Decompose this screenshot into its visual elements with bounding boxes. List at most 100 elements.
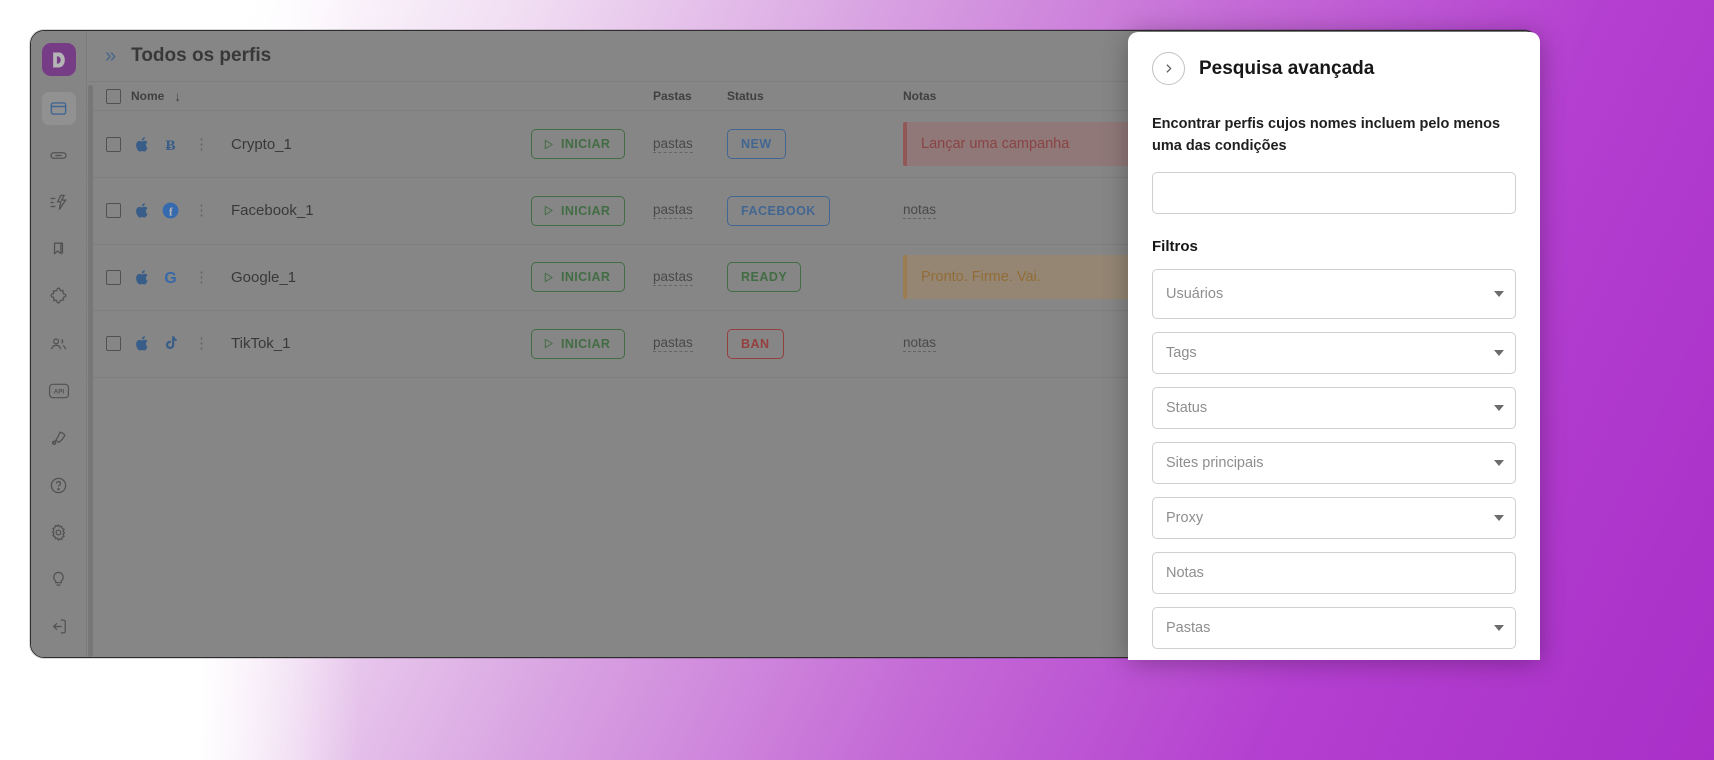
platform-icons: f xyxy=(133,201,180,220)
start-profile-button[interactable]: INICIAR xyxy=(531,129,626,159)
left-sidebar: API xyxy=(31,31,87,657)
logout-icon xyxy=(52,619,66,634)
rocket-icon xyxy=(51,431,66,445)
sidebar-item-settings[interactable] xyxy=(42,516,76,549)
column-header-notas-label: Notas xyxy=(903,89,937,103)
lightbulb-icon xyxy=(53,571,64,586)
row-checkbox[interactable] xyxy=(105,203,121,219)
row-select-cell xyxy=(95,269,131,285)
select-all-checkbox[interactable] xyxy=(105,88,121,104)
row-more-menu-icon[interactable]: ⋮ xyxy=(194,336,209,351)
filter-status[interactable] xyxy=(1152,386,1516,429)
filter-notas-field xyxy=(1152,551,1516,594)
column-header-name[interactable]: Nome ↓ xyxy=(131,89,531,104)
start-profile-label: INICIAR xyxy=(561,336,611,351)
start-profile-label: INICIAR xyxy=(561,270,611,285)
sidebar-item-automation[interactable] xyxy=(42,186,76,219)
row-select-cell xyxy=(95,136,131,152)
row-checkbox[interactable] xyxy=(105,269,121,285)
status-badge[interactable]: FACEBOOK xyxy=(727,195,830,226)
panel-header: Pesquisa avançada xyxy=(1152,32,1516,99)
team-users-icon xyxy=(51,337,67,349)
status-badge[interactable]: NEW xyxy=(727,129,786,159)
vertical-scrollbar[interactable] xyxy=(88,85,93,657)
help-question-icon xyxy=(50,477,67,493)
sidebar-item-team[interactable] xyxy=(42,327,76,360)
filter-sites-principais[interactable] xyxy=(1152,441,1516,484)
google-icon: G xyxy=(164,270,176,287)
sidebar-item-ideas[interactable] xyxy=(42,563,76,596)
start-cell: INICIAR xyxy=(531,195,653,226)
status-badge[interactable]: READY xyxy=(727,262,802,293)
chevron-right-icon xyxy=(1166,64,1172,73)
profile-name-label: Crypto_1 xyxy=(231,135,292,153)
start-profile-button[interactable]: INICIAR xyxy=(531,328,626,359)
play-icon xyxy=(544,206,553,216)
profile-name-cell: G ⋮ Google_1 xyxy=(131,268,531,287)
filter-notas[interactable] xyxy=(1152,551,1516,594)
advanced-search-panel: Pesquisa avançada Encontrar perfis cujos… xyxy=(1128,32,1540,660)
row-more-menu-icon[interactable]: ⋮ xyxy=(194,270,209,285)
folders-link[interactable]: pastas xyxy=(653,136,693,153)
column-header-pastas[interactable]: Pastas xyxy=(653,89,727,103)
svg-text:f: f xyxy=(169,207,173,219)
folders-link[interactable]: pastas xyxy=(653,269,693,286)
sidebar-item-extensions[interactable] xyxy=(42,280,76,313)
row-checkbox[interactable] xyxy=(105,336,121,352)
profile-name-cell: Ƀ ⋮ Crypto_1 xyxy=(131,135,531,154)
column-header-status[interactable]: Status xyxy=(727,89,903,103)
dolphin-anty-logo-icon xyxy=(52,52,65,68)
sidebar-item-proxies[interactable] xyxy=(42,139,76,172)
tiktok-icon xyxy=(165,336,177,350)
start-profile-button[interactable]: INICIAR xyxy=(531,262,626,293)
play-icon xyxy=(544,139,553,149)
filter-sites-principais-field xyxy=(1152,441,1516,484)
sidebar-item-help[interactable] xyxy=(42,469,76,502)
automation-icon xyxy=(50,195,67,211)
row-more-menu-icon[interactable]: ⋮ xyxy=(194,203,209,218)
sidebar-item-rocket[interactable] xyxy=(42,422,76,455)
panel-collapse-button[interactable] xyxy=(1152,52,1185,85)
notes-link[interactable]: notas xyxy=(903,202,937,220)
filter-tags[interactable] xyxy=(1152,331,1516,374)
profile-name-label: TikTok_1 xyxy=(231,335,291,353)
filter-pastas[interactable] xyxy=(1152,606,1516,649)
app-logo[interactable] xyxy=(41,43,76,77)
apple-icon xyxy=(136,136,148,152)
start-profile-label: INICIAR xyxy=(561,137,611,151)
filter-proxy[interactable] xyxy=(1152,496,1516,539)
notes-link[interactable]: notas xyxy=(903,335,937,353)
filter-usuarios[interactable] xyxy=(1152,268,1516,319)
double-chevron-right-icon[interactable]: » xyxy=(97,46,121,66)
start-profile-label: INICIAR xyxy=(561,203,611,218)
link-icon xyxy=(50,152,67,160)
api-icon: API xyxy=(48,383,69,399)
row-select-cell xyxy=(95,203,131,219)
filter-proxy-field xyxy=(1152,496,1516,539)
status-badge[interactable]: BAN xyxy=(727,328,784,359)
filters-list xyxy=(1152,268,1516,649)
folders-link[interactable]: pastas xyxy=(653,335,693,353)
row-more-menu-icon[interactable]: ⋮ xyxy=(194,137,209,152)
sidebar-item-logout[interactable] xyxy=(42,610,76,643)
apple-icon xyxy=(136,336,148,351)
panel-description: Encontrar perfis cujos nomes incluem pel… xyxy=(1152,116,1501,155)
row-checkbox[interactable] xyxy=(105,136,121,152)
platform-icons: G xyxy=(133,268,180,287)
column-header-pastas-label: Pastas xyxy=(653,89,692,103)
sidebar-item-profiles[interactable] xyxy=(41,92,76,126)
folders-link[interactable]: pastas xyxy=(653,202,693,220)
sidebar-item-bookmarks[interactable] xyxy=(42,233,76,266)
start-profile-button[interactable]: INICIAR xyxy=(531,195,626,226)
svg-text:G: G xyxy=(164,270,176,287)
filter-status-field xyxy=(1152,386,1516,429)
folders-cell: pastas xyxy=(653,202,727,220)
sidebar-item-api[interactable]: API xyxy=(42,375,76,408)
folders-cell: pastas xyxy=(653,136,727,153)
browser-profiles-icon xyxy=(50,102,67,115)
svg-text:API: API xyxy=(53,389,64,396)
select-all-cell xyxy=(95,88,131,104)
name-condition-input[interactable] xyxy=(1152,171,1516,214)
apple-icon xyxy=(136,269,148,285)
play-icon xyxy=(544,272,553,282)
